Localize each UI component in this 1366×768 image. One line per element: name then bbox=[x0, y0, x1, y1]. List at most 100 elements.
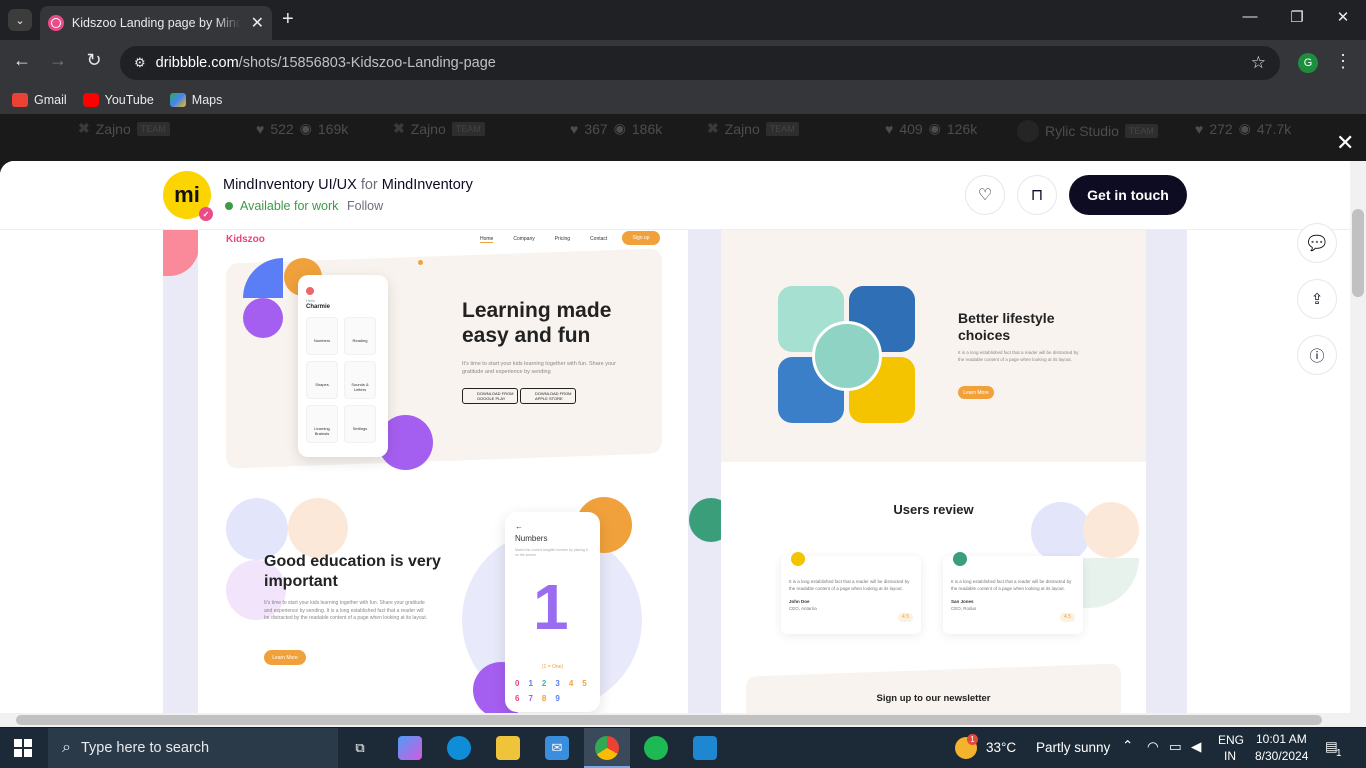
copilot-icon[interactable] bbox=[398, 736, 422, 760]
numbers-title: Numbers bbox=[515, 534, 548, 543]
profile-avatar[interactable]: G bbox=[1298, 53, 1318, 73]
horizontal-scroll-thumb[interactable] bbox=[16, 715, 1322, 725]
edge-icon[interactable] bbox=[447, 736, 471, 760]
bookmark-maps[interactable]: Maps bbox=[169, 93, 223, 107]
menu-kebab-icon[interactable]: ⋮ bbox=[1334, 51, 1352, 72]
digit: 8 bbox=[541, 694, 547, 703]
clock-date[interactable]: 8/30/2024 bbox=[1255, 749, 1308, 763]
new-tab-button[interactable]: + bbox=[282, 9, 294, 29]
windows-start-icon[interactable] bbox=[14, 739, 32, 757]
vertical-scroll-thumb[interactable] bbox=[1352, 209, 1364, 297]
status-dot bbox=[225, 202, 233, 210]
share-icon: ⇪ bbox=[1310, 291, 1324, 308]
newsletter-section bbox=[746, 663, 1121, 713]
education-text: It's time to start your kids learning to… bbox=[264, 600, 428, 621]
get-in-touch-button[interactable]: Get in touch bbox=[1069, 175, 1187, 215]
bookmark-youtube[interactable]: YouTube bbox=[82, 93, 154, 107]
weather-badge: 1 bbox=[967, 734, 978, 745]
bookmark-gmail[interactable]: Gmail bbox=[12, 93, 67, 107]
reviewer-role: CEO, Antarria bbox=[789, 606, 817, 611]
battery-icon[interactable]: ▭ bbox=[1169, 739, 1182, 755]
comments-button[interactable]: 💬 bbox=[1297, 223, 1337, 263]
education-title: Good education is very important bbox=[264, 553, 441, 590]
phone-card: Settings bbox=[344, 405, 376, 443]
hero-subtitle: It's time to start your kids learning to… bbox=[462, 361, 616, 375]
language-code[interactable]: ENG bbox=[1218, 733, 1244, 747]
volume-icon[interactable]: ◀ bbox=[1191, 739, 1201, 755]
chrome-icon[interactable] bbox=[595, 736, 619, 760]
like-button[interactable]: ♡ bbox=[965, 175, 1005, 215]
share-button[interactable]: ⇪ bbox=[1297, 279, 1337, 319]
review-text: It is a long established fact that a rea… bbox=[951, 579, 1072, 591]
heart-icon: ♡ bbox=[977, 187, 993, 204]
eye-icon: ◉ bbox=[928, 120, 941, 136]
close-tab-icon[interactable]: ✕ bbox=[251, 13, 264, 33]
bookmark-icon: ⊓ bbox=[1030, 187, 1044, 204]
digit: 3 bbox=[555, 679, 560, 688]
shot-nav: Home Company Pricing Contact bbox=[480, 236, 607, 243]
close-window-icon[interactable]: ✕ bbox=[1331, 8, 1355, 26]
weather-temp[interactable]: 33°C bbox=[986, 740, 1016, 755]
wifi-icon[interactable]: ◠ bbox=[1147, 739, 1159, 755]
reload-icon[interactable]: ↻ bbox=[81, 50, 107, 71]
nav-company: Company bbox=[513, 236, 535, 242]
forward-icon[interactable]: → bbox=[45, 50, 71, 71]
bookmark-star-icon[interactable]: ☆ bbox=[1251, 53, 1266, 73]
bg-shot-stats: ♥ 367 ◉ 186k bbox=[570, 120, 662, 137]
spotify-icon[interactable] bbox=[644, 736, 668, 760]
clock-time[interactable]: 10:01 AM bbox=[1256, 732, 1307, 746]
eye-icon: ◉ bbox=[613, 120, 626, 136]
team-name[interactable]: MindInventory bbox=[382, 177, 473, 193]
number-one-label: (1 = One) bbox=[541, 664, 564, 670]
lifestyle-text: It is a long established fact that a rea… bbox=[958, 350, 1079, 362]
phone-card: Shapes bbox=[306, 361, 338, 399]
bookmark-label: Maps bbox=[191, 93, 223, 107]
numbers-phone-mockup: ← Numbers Match the correct tangible num… bbox=[505, 512, 600, 712]
phone-hello: Hello bbox=[306, 298, 316, 303]
task-view-icon[interactable]: ⧉ bbox=[348, 736, 372, 760]
close-modal-icon[interactable]: ✕ bbox=[1336, 130, 1354, 156]
restore-icon[interactable]: ❐ bbox=[1285, 8, 1309, 26]
author-name[interactable]: MindInventory UI/UX bbox=[223, 177, 357, 193]
bg-shot-meta: Rylic Studio TEAM bbox=[1017, 120, 1158, 142]
digit: 0 bbox=[515, 679, 520, 688]
dribbble-icon bbox=[48, 15, 64, 31]
tab-search-button[interactable]: ⌄ bbox=[8, 9, 32, 31]
bg-author: Zajno bbox=[410, 120, 446, 137]
tab-strip: ⌄ Kidszoo Landing page by MindInventory … bbox=[0, 0, 1366, 40]
bookmarks-bar: Gmail YouTube Maps bbox=[0, 86, 1366, 114]
bg-shot-stats: ♥ 409 ◉ 126k bbox=[885, 120, 977, 137]
lifestyle-learn-more: Learn More bbox=[958, 386, 994, 399]
bookmark-label: YouTube bbox=[104, 93, 154, 107]
author-avatar[interactable]: mi ✓ bbox=[163, 171, 213, 221]
vscode-icon[interactable] bbox=[693, 736, 717, 760]
taskbar-search[interactable]: ⌕ Type here to search bbox=[48, 728, 338, 768]
kid-photo-center bbox=[812, 321, 882, 391]
weather-desc[interactable]: Partly sunny bbox=[1036, 740, 1110, 755]
lifestyle-title: Better lifestyle choices bbox=[958, 310, 1055, 343]
site-info-icon[interactable]: ⚙ bbox=[134, 55, 146, 71]
follow-button[interactable]: Follow bbox=[347, 199, 383, 213]
region-code[interactable]: IN bbox=[1224, 749, 1236, 763]
maps-icon bbox=[169, 93, 186, 107]
active-tab[interactable]: Kidszoo Landing page by MindInventory UI… bbox=[40, 6, 272, 40]
shot-signup: Sign up bbox=[622, 231, 660, 245]
mail-icon[interactable]: ✉ bbox=[545, 736, 569, 760]
reviewer-avatar bbox=[951, 550, 969, 568]
tab-title: Kidszoo Landing page by MindInventory UI… bbox=[71, 16, 241, 30]
avatar-text: mi bbox=[174, 182, 200, 207]
minimize-icon[interactable]: — bbox=[1238, 8, 1262, 25]
bg-shot-stats: ♥ 522 ◉ 169k bbox=[256, 120, 348, 137]
save-button[interactable]: ⊓ bbox=[1017, 175, 1057, 215]
heart-icon: ♥ bbox=[885, 120, 894, 137]
back-icon[interactable]: ← bbox=[9, 50, 35, 71]
address-bar[interactable]: ⚙ dribbble.com/shots/15856803-Kidszoo-La… bbox=[120, 46, 1280, 80]
file-explorer-icon[interactable] bbox=[496, 736, 520, 760]
review-text: It is a long established fact that a rea… bbox=[789, 579, 910, 591]
digit-grid: 0 1 2 3 4 5 6 7 8 9 bbox=[515, 679, 591, 703]
info-button[interactable]: ⓘ bbox=[1297, 335, 1337, 375]
nav-home: Home bbox=[480, 236, 494, 243]
comment-icon: 💬 bbox=[1307, 235, 1327, 252]
chevron-up-icon[interactable]: ⌃ bbox=[1122, 738, 1133, 754]
heart-icon: ♥ bbox=[570, 120, 579, 137]
